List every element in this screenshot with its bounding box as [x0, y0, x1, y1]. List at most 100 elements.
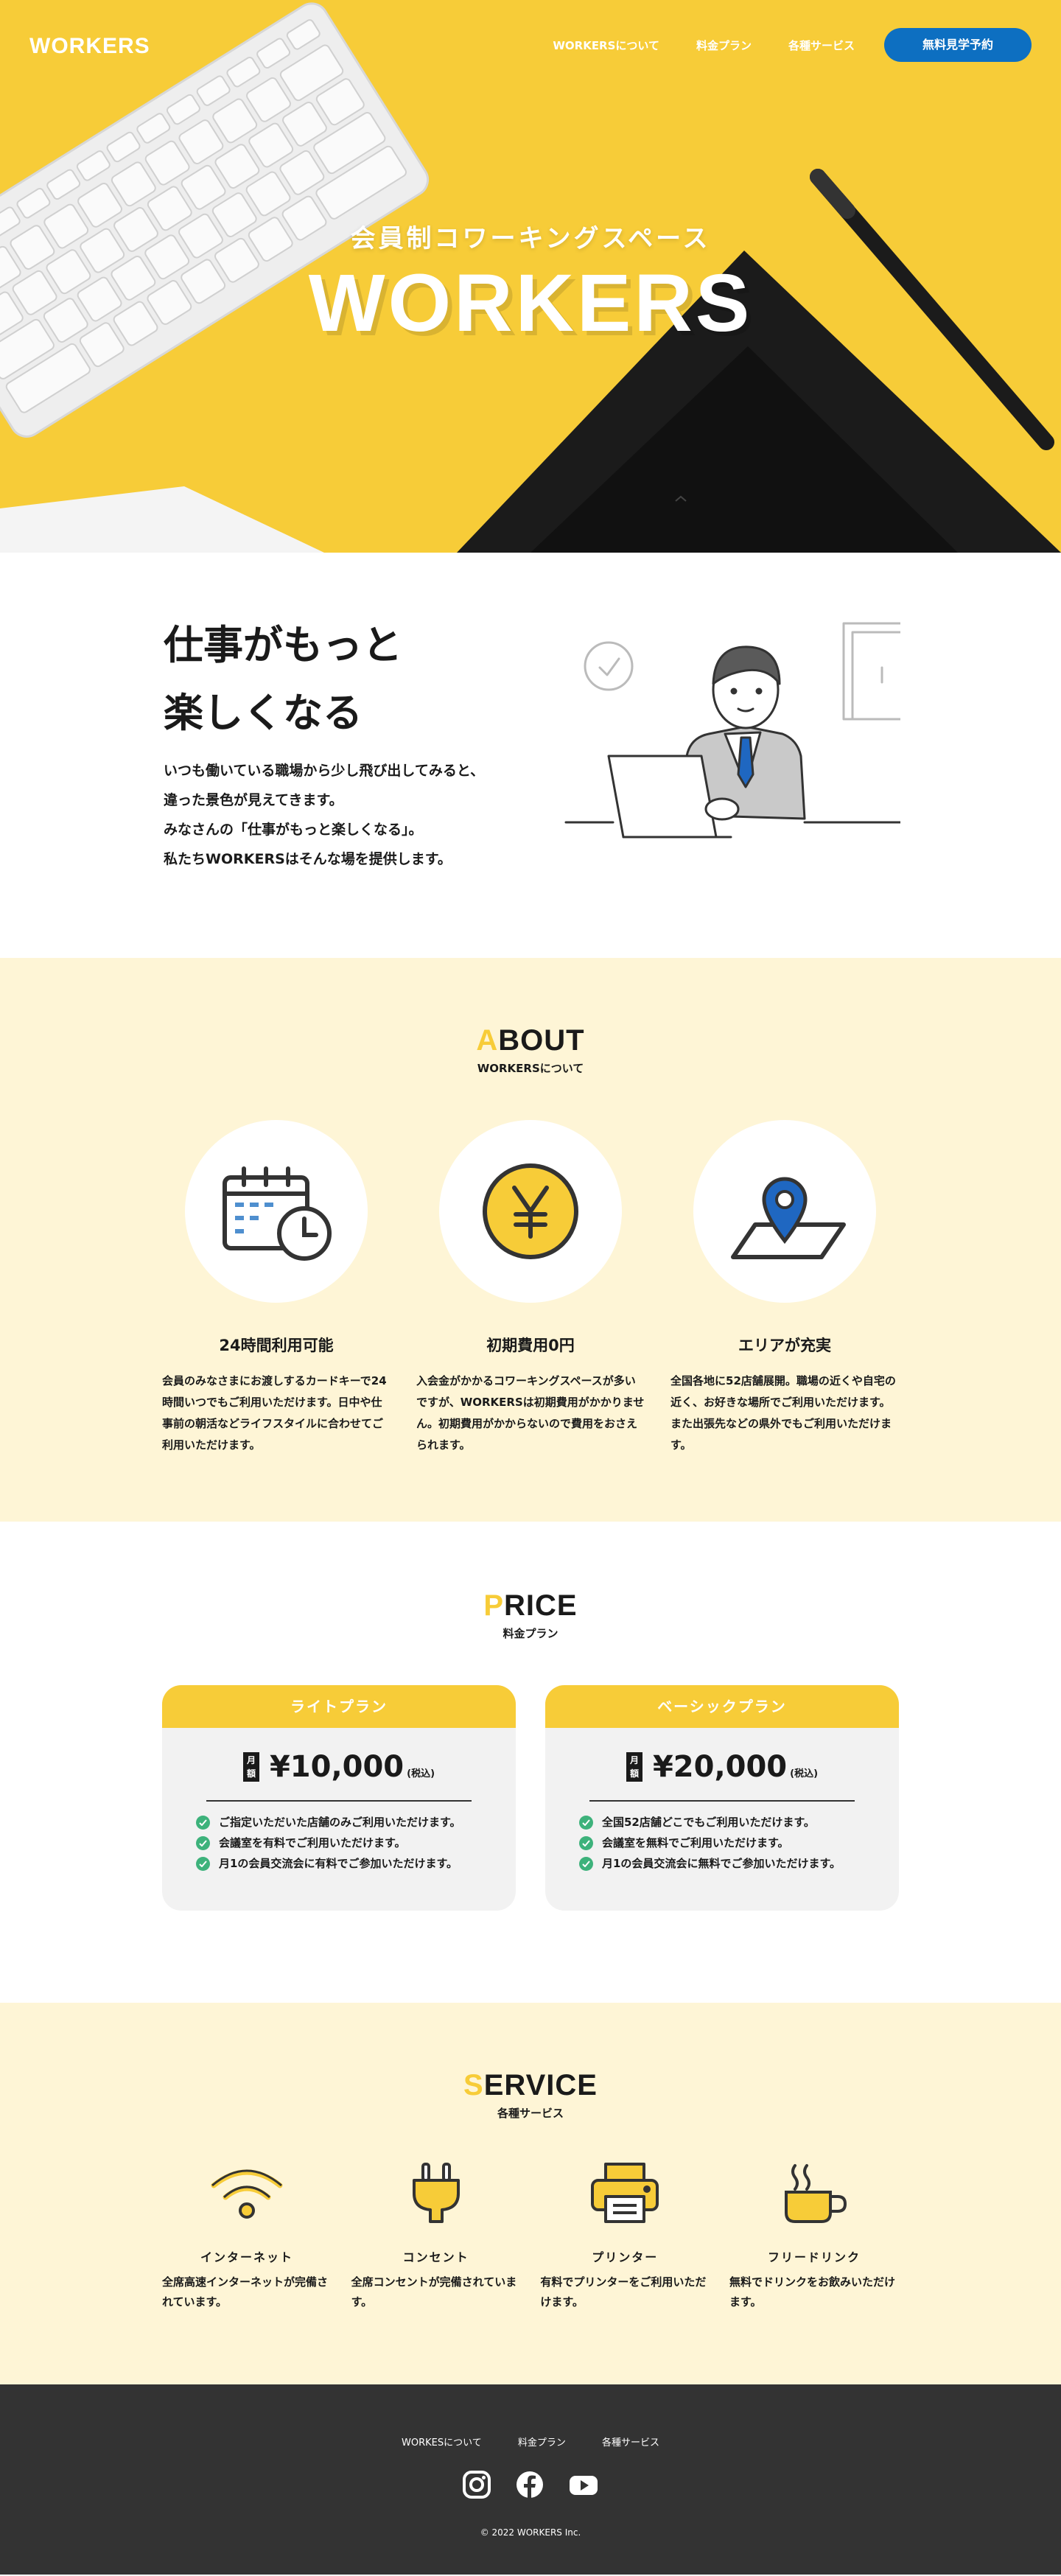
scroll-up-chevron-icon[interactable]	[674, 495, 687, 503]
price-title: PRICE 料金プラン	[0, 1589, 1061, 1641]
intro-heading-line2: 楽しくなる	[164, 690, 363, 736]
intro-body-line: 違った景色が見えてきます。	[164, 792, 343, 808]
monthly-tag: 月額	[626, 1752, 642, 1782]
service-text: 有料でプリンターをご利用いただけます。	[540, 2275, 707, 2309]
hero-title: WORKERS	[308, 258, 753, 349]
plan-feature-text: 会議室を有料でご利用いただけます。	[219, 1836, 406, 1849]
plan-tax-note: (税込)	[407, 1768, 435, 1779]
intro-heading: 仕事がもっと 楽しくなる	[164, 612, 402, 747]
plan-feature-list: ご指定いただいた店舗のみご利用いただけます。 会議室を有料でご利用いただけます。…	[196, 1812, 516, 1874]
plan-price: 月額 ¥20,000 (税込)	[545, 1750, 899, 1784]
intro-body-line: みなさんの「仕事がもっと楽しくなる」。	[164, 822, 423, 838]
about-title-initial: A	[476, 1024, 499, 1057]
service-text: 無料でドリンクをお飲みいただけます。	[729, 2275, 895, 2309]
plan-card-light: ライトプラン 月額 ¥10,000 (税込) ご指定いただいた店舗のみご利用いた…	[162, 1685, 516, 1911]
site-header: WORKERS WORKERSについて 料金プラン 各種サービス 無料見学予約	[0, 0, 1061, 90]
plan-feature: 会議室を有料でご利用いただけます。	[196, 1833, 516, 1853]
site-logo[interactable]: WORKERS	[29, 34, 150, 59]
calendar-clock-icon	[223, 1166, 332, 1261]
worker-illustration	[564, 622, 900, 839]
service-icon-wrap	[729, 2157, 899, 2228]
service-icon-wrap	[351, 2157, 521, 2228]
plan-name: ベーシックプラン	[545, 1685, 899, 1728]
feature-icon-circle	[185, 1120, 368, 1303]
plan-feature-text: 月1の会員交流会に無料でご参加いただけます。	[602, 1857, 841, 1870]
plan-divider	[206, 1800, 472, 1802]
global-nav: WORKERSについて 料金プラン 各種サービス 無料見学予約	[516, 28, 1032, 62]
plan-feature: 月1の会員交流会に有料でご参加いただけます。	[196, 1853, 516, 1874]
copyright: © 2022 WORKERS Inc.	[480, 2527, 581, 2538]
feature-title: 初期費用0円	[486, 1337, 575, 1354]
service-list: インターネット 全席高速インターネットが完備されています。 コンセント 全席コン…	[162, 2157, 899, 2312]
plan-name: ライトプラン	[162, 1685, 516, 1728]
plan-feature-text: 全国52店舗どこでもご利用いただけます。	[602, 1816, 815, 1829]
feature-icon-circle	[439, 1120, 622, 1303]
service-subtitle: 各種サービス	[497, 2107, 564, 2120]
instagram-icon[interactable]	[462, 2470, 491, 2499]
intro-section: 仕事がもっと 楽しくなる いつも働いている職場から少し飛び出してみると、 違った…	[0, 553, 1061, 958]
service-item: コンセント 全席コンセントが完備されています。	[351, 2157, 521, 2312]
about-title-rest: BOUT	[498, 1024, 585, 1057]
service-title: フリードリンク	[767, 2250, 861, 2264]
coffee-cup-icon	[784, 2164, 847, 2223]
yen-coin-icon	[483, 1163, 578, 1259]
plan-feature-list: 全国52店舗どこでもご利用いただけます。 会議室を無料でご利用いただけます。 月…	[579, 1812, 899, 1874]
intro-body-line: いつも働いている職場から少し飛び出してみると、	[164, 763, 485, 779]
social-links	[0, 2470, 1061, 2499]
plan-amount: ¥10,000	[269, 1750, 405, 1784]
price-section: PRICE 料金プラン ライトプラン 月額 ¥10,000 (税込) ご指定いた…	[0, 1522, 1061, 2003]
check-icon	[196, 1856, 210, 1871]
footer-link-price[interactable]: 料金プラン	[518, 2437, 566, 2449]
youtube-icon[interactable]	[568, 2470, 599, 2499]
service-item: プリンター 有料でプリンターをご利用いただけます。	[540, 2157, 710, 2312]
feature-list: 24時間利用可能 会員のみなさまにお渡しするカードキーで24時間いつでもご利用い…	[162, 1120, 899, 1456]
intro-heading-line1: 仕事がもっと	[164, 622, 402, 668]
price-title-rest: RICE	[504, 1589, 578, 1622]
footer-link-about[interactable]: WORKESについて	[402, 2437, 482, 2449]
plug-icon	[412, 2163, 460, 2223]
plan-feature-text: 会議室を無料でご利用いただけます。	[602, 1836, 789, 1849]
service-text: 全席コンセントが完備されています。	[351, 2275, 517, 2309]
price-subtitle: 料金プラン	[503, 1627, 558, 1640]
plan-feature: 月1の会員交流会に無料でご参加いただけます。	[579, 1853, 899, 1874]
feature-text: 全国各地に52店舗展開。職場の近くや自宅の近く、お好きな場所でご利用いただけます…	[670, 1374, 896, 1452]
nav-link-about[interactable]: WORKERSについて	[553, 38, 659, 53]
wifi-icon	[211, 2169, 283, 2219]
feature-title: 24時間利用可能	[219, 1337, 334, 1354]
service-item: フリードリンク 無料でドリンクをお飲みいただけます。	[729, 2157, 899, 2312]
reservation-button[interactable]: 無料見学予約	[884, 28, 1032, 62]
plan-feature-text: 月1の会員交流会に有料でご参加いただけます。	[219, 1857, 458, 1870]
feature-text: 会員のみなさまにお渡しするカードキーで24時間いつでもご利用いただけます。日中や…	[162, 1374, 387, 1452]
nav-link-service[interactable]: 各種サービス	[788, 38, 855, 53]
map-pin-icon	[731, 1177, 846, 1259]
about-section: ABOUT WORKERSについて 24時間利用可能 会員のみなさまにお渡しする…	[0, 958, 1061, 1522]
service-title: SERVICE 各種サービス	[0, 2069, 1061, 2121]
service-text: 全席高速インターネットが完備されています。	[162, 2275, 329, 2309]
plan-feature: ご指定いただいた店舗のみご利用いただけます。	[196, 1812, 516, 1833]
plan-tax-note: (税込)	[790, 1768, 819, 1779]
footer-link-service[interactable]: 各種サービス	[602, 2437, 659, 2449]
service-item: インターネット 全席高速インターネットが完備されています。	[162, 2157, 332, 2312]
about-title: ABOUT WORKERSについて	[0, 1024, 1061, 1076]
plan-feature: 会議室を無料でご利用いただけます。	[579, 1833, 899, 1853]
service-section: SERVICE 各種サービス インターネット 全席高速インターネットが完備されて…	[0, 2003, 1061, 2384]
intro-body-line: 私たちWORKERSはそんな場を提供します。	[164, 851, 452, 867]
plan-card-basic: ベーシックプラン 月額 ¥20,000 (税込) 全国52店舗どこでもご利用いた…	[545, 1685, 899, 1911]
about-title-en: ABOUT	[0, 1024, 1061, 1057]
check-icon	[196, 1835, 210, 1850]
facebook-icon[interactable]	[515, 2470, 544, 2499]
intro-body: いつも働いている職場から少し飛び出してみると、 違った景色が見えてきます。 みな…	[164, 756, 484, 874]
feature-title: エリアが充実	[738, 1337, 831, 1354]
plan-feature: 全国52店舗どこでもご利用いただけます。	[579, 1812, 899, 1833]
price-title-en: PRICE	[0, 1589, 1061, 1623]
feature-icon-circle	[693, 1120, 876, 1303]
nav-link-price[interactable]: 料金プラン	[696, 38, 752, 53]
plan-feature-text: ご指定いただいた店舗のみご利用いただけます。	[219, 1816, 461, 1829]
check-icon	[579, 1835, 593, 1850]
footer-nav: WORKESについて 料金プラン 各種サービス	[0, 2435, 1061, 2449]
price-title-initial: P	[483, 1589, 505, 1622]
service-icon-wrap	[162, 2157, 332, 2228]
service-title: インターネット	[200, 2250, 293, 2264]
site-footer: WORKESについて 料金プラン 各種サービス © 2022 WORKERS I…	[0, 2384, 1061, 2575]
service-title: コンセント	[402, 2250, 469, 2264]
